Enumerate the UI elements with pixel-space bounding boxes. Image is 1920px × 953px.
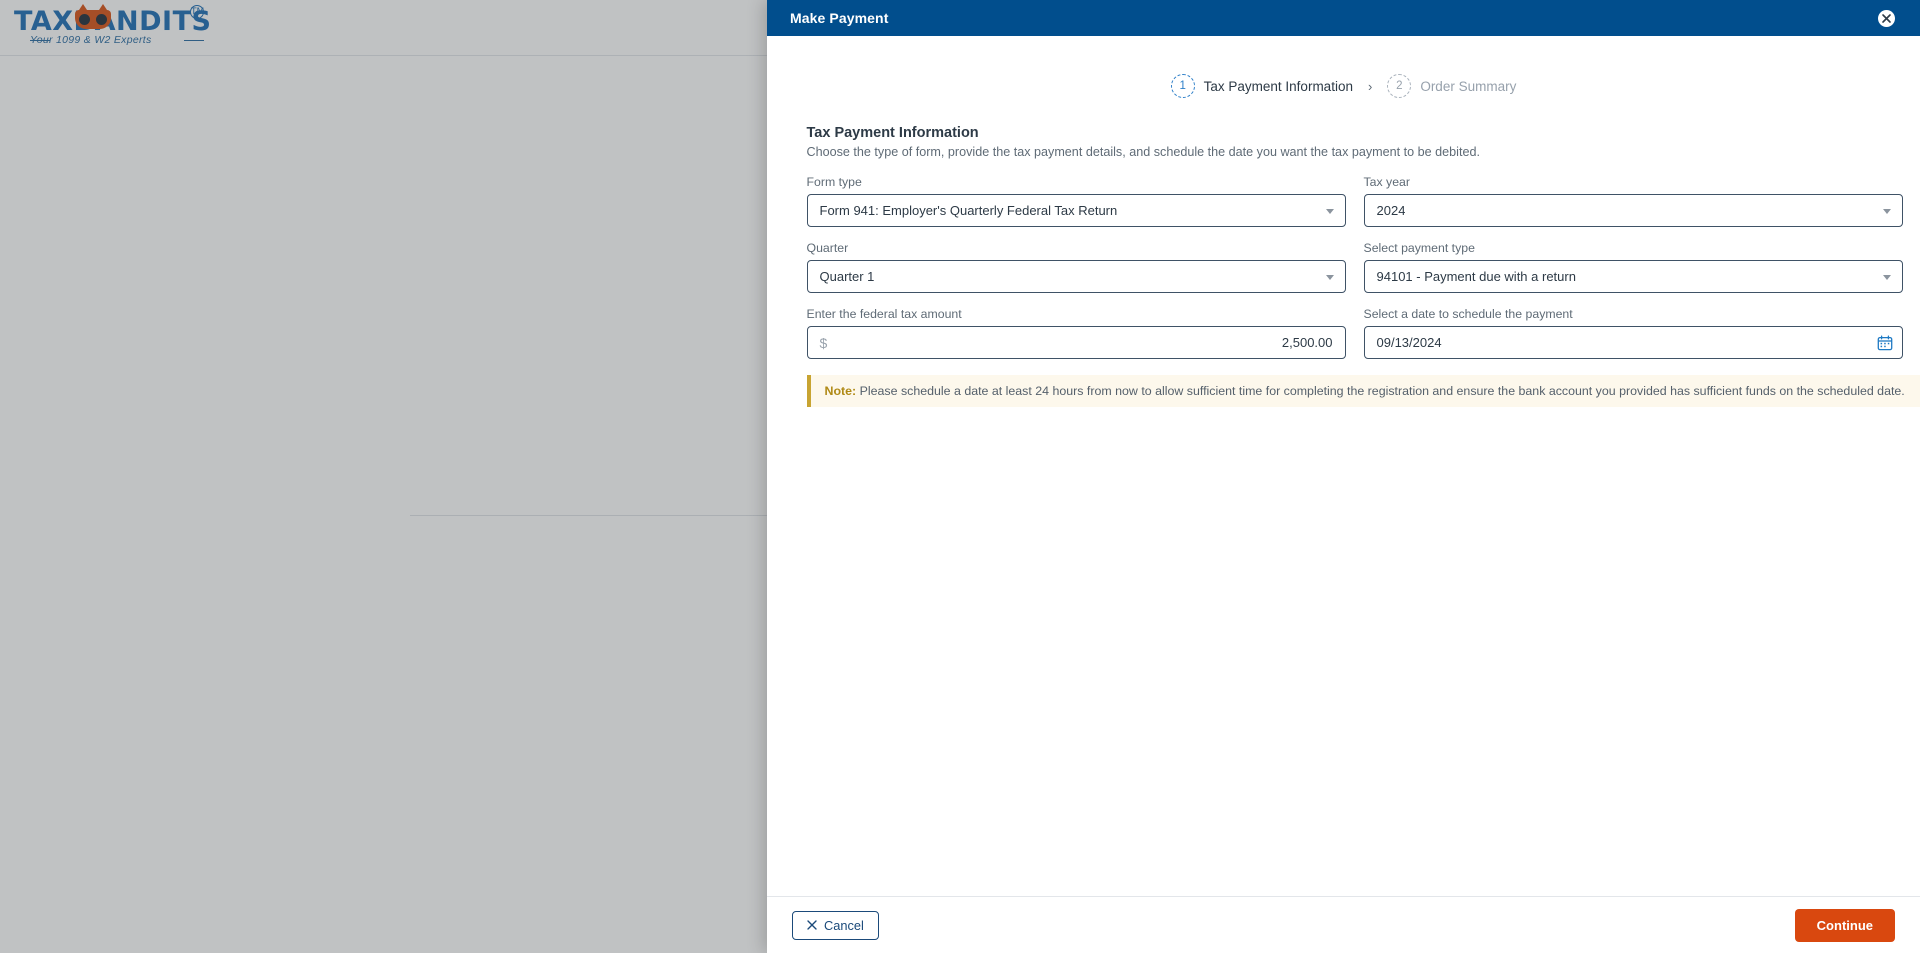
chevron-down-icon xyxy=(1325,208,1334,214)
currency-icon: $ xyxy=(819,334,828,351)
tax-year-value: 2024 xyxy=(1376,203,1406,218)
tax-year-label: Tax year xyxy=(1363,175,1410,189)
calendar-icon[interactable] xyxy=(1877,335,1893,351)
step-2-label: Order Summary xyxy=(1420,78,1517,94)
chevron-down-icon xyxy=(1325,274,1334,280)
step-order-summary[interactable]: 2 Order Summary xyxy=(1387,74,1516,98)
stepper: 1 Tax Payment Information › 2 Order Summ… xyxy=(767,74,1920,98)
field-schedule-date: Select a date to schedule the payment 09… xyxy=(1363,307,1903,359)
federal-tax-amount-label: Enter the federal tax amount xyxy=(806,307,962,321)
close-icon[interactable] xyxy=(1878,10,1895,27)
step-1-label: Tax Payment Information xyxy=(1203,78,1353,94)
field-payment-type: Select payment type 94101 - Payment due … xyxy=(1363,241,1903,293)
schedule-date-label: Select a date to schedule the payment xyxy=(1363,307,1573,321)
quarter-value: Quarter 1 xyxy=(819,269,875,284)
modal-footer: Cancel Continue xyxy=(767,896,1920,953)
form-row-3: Enter the federal tax amount $ 2,500.00 … xyxy=(806,307,1903,359)
field-form-type: Form type Form 941: Employer's Quarterly… xyxy=(806,175,1346,227)
schedule-date-value: 09/13/2024 xyxy=(1376,335,1442,350)
payment-type-select[interactable]: 94101 - Payment due with a return xyxy=(1363,260,1903,293)
cancel-button-label: Cancel xyxy=(824,917,864,933)
form-row-2: Quarter Quarter 1 Select payment type 94… xyxy=(806,241,1903,293)
schedule-note-banner: Note: Please schedule a date at least 24… xyxy=(806,375,1920,407)
make-payment-modal: Make Payment 1 Tax Payment Information ›… xyxy=(767,0,1920,953)
section-subtitle: Choose the type of form, provide the tax… xyxy=(806,145,1481,159)
form-type-value: Form 941: Employer's Quarterly Federal T… xyxy=(819,203,1118,218)
chevron-down-icon xyxy=(1882,208,1891,214)
payment-type-label: Select payment type xyxy=(1363,241,1475,255)
form-type-label: Form type xyxy=(806,175,862,189)
quarter-select[interactable]: Quarter 1 xyxy=(806,260,1346,293)
payment-type-value: 94101 - Payment due with a return xyxy=(1376,269,1576,284)
step-2-number: 2 xyxy=(1387,74,1412,98)
continue-button[interactable]: Continue xyxy=(1794,908,1895,942)
form-type-select[interactable]: Form 941: Employer's Quarterly Federal T… xyxy=(806,194,1346,227)
modal-header: Make Payment xyxy=(767,0,1920,36)
modal-body: 1 Tax Payment Information › 2 Order Summ… xyxy=(767,36,1920,896)
step-1-number: 1 xyxy=(1170,74,1195,98)
federal-tax-amount-value: 2,500.00 xyxy=(1281,335,1333,350)
field-federal-tax-amount: Enter the federal tax amount $ 2,500.00 xyxy=(806,307,1346,359)
cancel-button[interactable]: Cancel xyxy=(792,910,879,940)
schedule-date-input[interactable]: 09/13/2024 xyxy=(1363,326,1903,359)
note-text: Please schedule a date at least 24 hours… xyxy=(856,384,1905,398)
chevron-down-icon xyxy=(1882,274,1891,280)
note-prefix: Note: xyxy=(824,384,857,398)
step-tax-payment-information[interactable]: 1 Tax Payment Information xyxy=(1170,74,1353,98)
chevron-right-icon: › xyxy=(1367,78,1373,94)
modal-title: Make Payment xyxy=(790,10,889,26)
field-quarter: Quarter Quarter 1 xyxy=(806,241,1346,293)
form-row-1: Form type Form 941: Employer's Quarterly… xyxy=(806,175,1903,227)
tax-payment-form: Tax Payment Information Choose the type … xyxy=(785,125,1920,407)
quarter-label: Quarter xyxy=(806,241,849,255)
federal-tax-amount-input[interactable]: $ 2,500.00 xyxy=(806,326,1346,359)
close-x-icon xyxy=(807,918,817,933)
section-title: Tax Payment Information xyxy=(806,125,979,141)
field-tax-year: Tax year 2024 xyxy=(1363,175,1903,227)
tax-year-select[interactable]: 2024 xyxy=(1363,194,1903,227)
